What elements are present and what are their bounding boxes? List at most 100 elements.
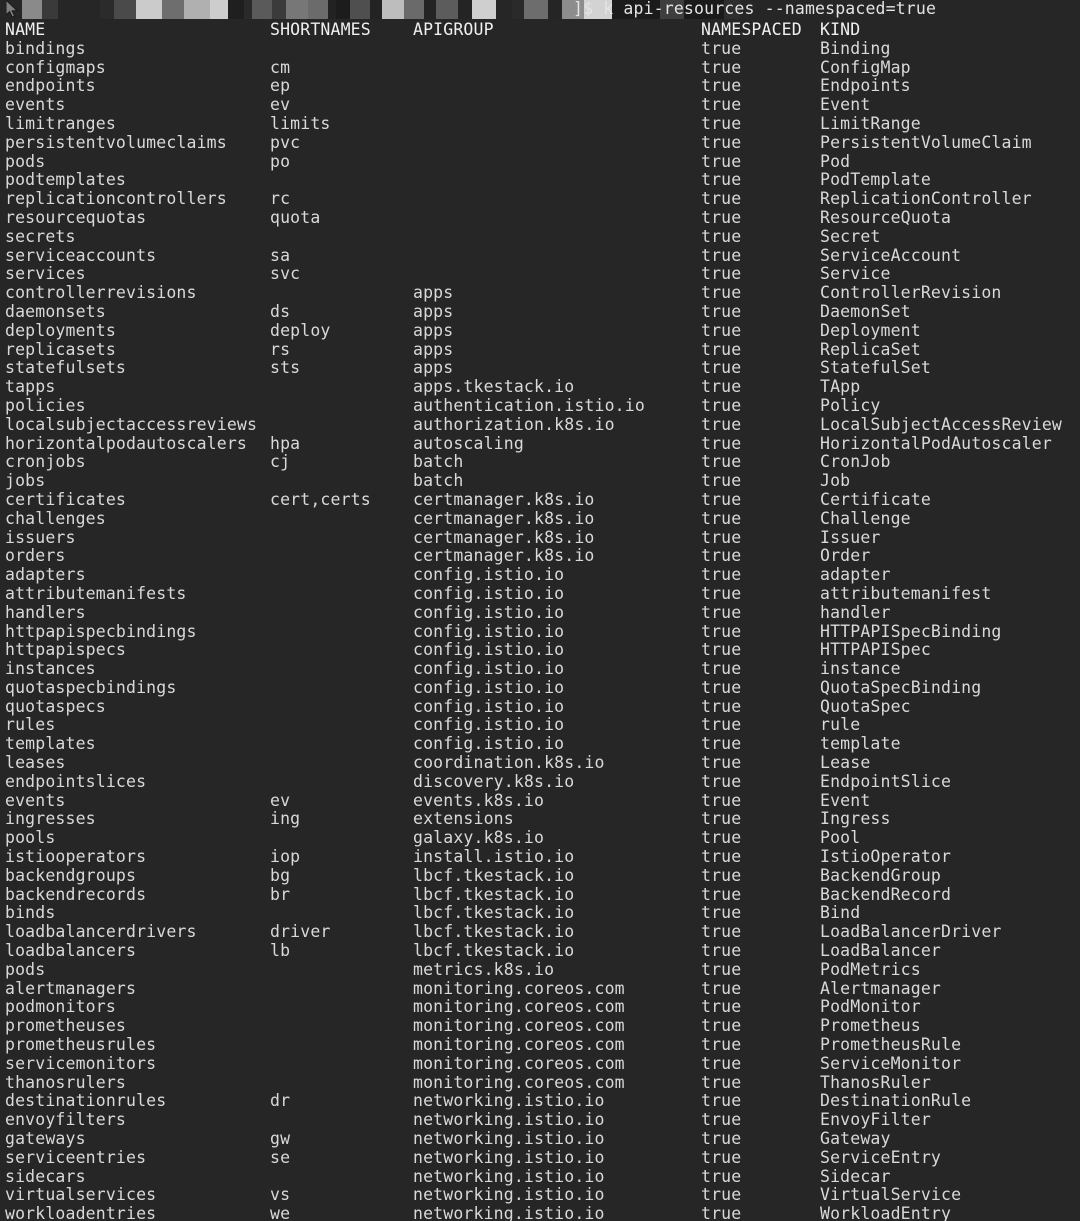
- table-row: localsubjectaccessreviews authorization.k…: [0, 414, 1080, 435]
- table-row: leases coordination.k8s.io true Lease: [0, 753, 1080, 773]
- cell-name: issuers: [5, 527, 76, 547]
- cell-namespaced: true: [701, 941, 742, 961]
- cell-namespaced: true: [701, 922, 742, 942]
- table-row: workloadentries we networking.istio.io true…: [0, 1204, 1080, 1221]
- cell-namespaced: true: [701, 245, 742, 265]
- cell-apigroup: batch: [413, 452, 464, 472]
- cell-apigroup: networking.istio.io: [413, 1110, 605, 1130]
- cell-name: istiooperators: [5, 847, 147, 867]
- cell-shortnames: ev: [270, 95, 291, 115]
- cell-name: daemonsets: [5, 301, 106, 321]
- cell-namespaced: true: [701, 1110, 742, 1130]
- redaction-block: [458, 0, 472, 19]
- cell-shortnames: rs: [270, 339, 291, 359]
- table-row: tapps apps.tkestack.io true TApp: [0, 377, 1080, 397]
- cell-apigroup: config.istio.io: [413, 621, 565, 641]
- table-row: serviceentries se networking.istio.io true S…: [0, 1147, 1080, 1168]
- cell-name: challenges: [5, 508, 106, 528]
- table-row: replicasets rs apps true ReplicaSet: [0, 339, 1080, 360]
- cell-apigroup: networking.istio.io: [413, 1185, 605, 1205]
- redaction-block: [228, 0, 244, 19]
- redaction-block: [100, 0, 114, 19]
- cell-shortnames: pvc: [270, 132, 301, 152]
- redaction-block: [404, 0, 424, 19]
- redaction-block: [548, 0, 562, 19]
- cell-shortnames: dr: [270, 1091, 291, 1111]
- cell-kind: Endpoints: [820, 76, 911, 96]
- cell-apigroup: monitoring.coreos.com: [413, 1072, 625, 1092]
- cell-shortnames: cm: [270, 57, 291, 77]
- cell-kind: ControllerRevision: [820, 283, 1002, 303]
- cell-kind: HTTPAPISpecBinding: [820, 621, 1002, 641]
- cell-name: envoyfilters: [5, 1110, 127, 1130]
- cell-namespaced: true: [701, 339, 742, 359]
- cell-name: tapps: [5, 377, 56, 397]
- cell-apigroup: events.k8s.io: [413, 790, 545, 810]
- table-row: statefulsets sts apps true StatefulSet: [0, 359, 1080, 378]
- cell-kind: Policy: [820, 395, 881, 415]
- cell-kind: PodMonitor: [820, 997, 921, 1017]
- cell-kind: Alertmanager: [820, 978, 942, 998]
- table-row: thanosrulers monitoring.coreos.com true Tha…: [0, 1072, 1080, 1093]
- cell-shortnames: ing: [270, 809, 301, 829]
- table-row: alertmanagers monitoring.coreos.com true Al…: [0, 978, 1080, 999]
- table-row: services svc true Service: [0, 265, 1080, 284]
- cell-namespaced: true: [701, 997, 742, 1017]
- cell-namespaced: true: [701, 696, 742, 716]
- prompt-suffix: ]$: [573, 0, 604, 18]
- cell-namespaced: true: [701, 583, 742, 603]
- table-row: endpoints ep true Endpoints: [0, 77, 1080, 96]
- redaction-block: [162, 0, 184, 19]
- cell-namespaced: true: [701, 471, 742, 491]
- cell-kind: BackendGroup: [820, 865, 942, 885]
- redaction-block: [524, 0, 548, 19]
- cell-name: replicasets: [5, 339, 116, 359]
- cell-shortnames: sts: [270, 358, 301, 378]
- cell-name: alertmanagers: [5, 978, 137, 998]
- table-row: loadbalancers lb lbcf.tkestack.io true LoadB…: [0, 941, 1080, 961]
- cell-namespaced: true: [701, 659, 742, 679]
- cell-apigroup: monitoring.coreos.com: [413, 1053, 625, 1073]
- cell-namespaced: true: [701, 95, 742, 115]
- cell-name: orders: [5, 546, 66, 566]
- cell-namespaced: true: [701, 978, 742, 998]
- table-row: envoyfilters networking.istio.io true Envoy…: [0, 1110, 1080, 1130]
- cell-kind: Pool: [820, 828, 861, 848]
- cell-name: resourcequotas: [5, 207, 147, 227]
- cell-namespaced: true: [701, 790, 742, 810]
- cell-kind: Binding: [820, 38, 891, 58]
- terminal-window[interactable]: ]$ k api-resources --namespaced=true NAM…: [0, 0, 1080, 1221]
- column-header-kind: KIND: [820, 20, 861, 39]
- table-row: events ev true Event: [0, 95, 1080, 115]
- cell-apigroup: lbcf.tkestack.io: [413, 884, 575, 904]
- table-row: sidecars networking.istio.io true Sidecar: [0, 1167, 1080, 1187]
- table-row: virtualservices vs networking.istio.io true…: [0, 1186, 1080, 1205]
- redaction-block: [308, 0, 328, 19]
- cell-apigroup: monitoring.coreos.com: [413, 978, 625, 998]
- cell-name: binds: [5, 903, 56, 923]
- redaction-block: [184, 0, 210, 19]
- cell-kind: HorizontalPodAutoscaler: [820, 433, 1052, 453]
- cell-apigroup: lbcf.tkestack.io: [413, 941, 575, 961]
- cell-namespaced: true: [701, 1072, 742, 1092]
- table-row: pools galaxy.k8s.io true Pool: [0, 828, 1080, 848]
- cell-apigroup: metrics.k8s.io: [413, 959, 555, 979]
- cell-namespaced: true: [701, 847, 742, 867]
- cell-namespaced: true: [701, 1035, 742, 1055]
- cell-namespaced: true: [701, 151, 742, 171]
- cell-namespaced: true: [701, 377, 742, 397]
- cell-name: jobs: [5, 471, 46, 491]
- cell-name: servicemonitors: [5, 1053, 157, 1073]
- cell-namespaced: true: [701, 414, 742, 434]
- cell-apigroup: autoscaling: [413, 433, 524, 453]
- cell-namespaced: true: [701, 753, 742, 773]
- redaction-block: [22, 0, 42, 19]
- cell-kind: DaemonSet: [820, 301, 911, 321]
- table-row: rules config.istio.io true rule: [0, 716, 1080, 735]
- cell-shortnames: br: [270, 884, 291, 904]
- table-row: backendrecords br lbcf.tkestack.io true Back…: [0, 884, 1080, 905]
- cell-name: serviceentries: [5, 1147, 147, 1167]
- table-row: quotaspecbindings config.istio.io true Quot…: [0, 678, 1080, 698]
- cell-namespaced: true: [701, 959, 742, 979]
- table-row: pods po true Pod: [0, 151, 1080, 172]
